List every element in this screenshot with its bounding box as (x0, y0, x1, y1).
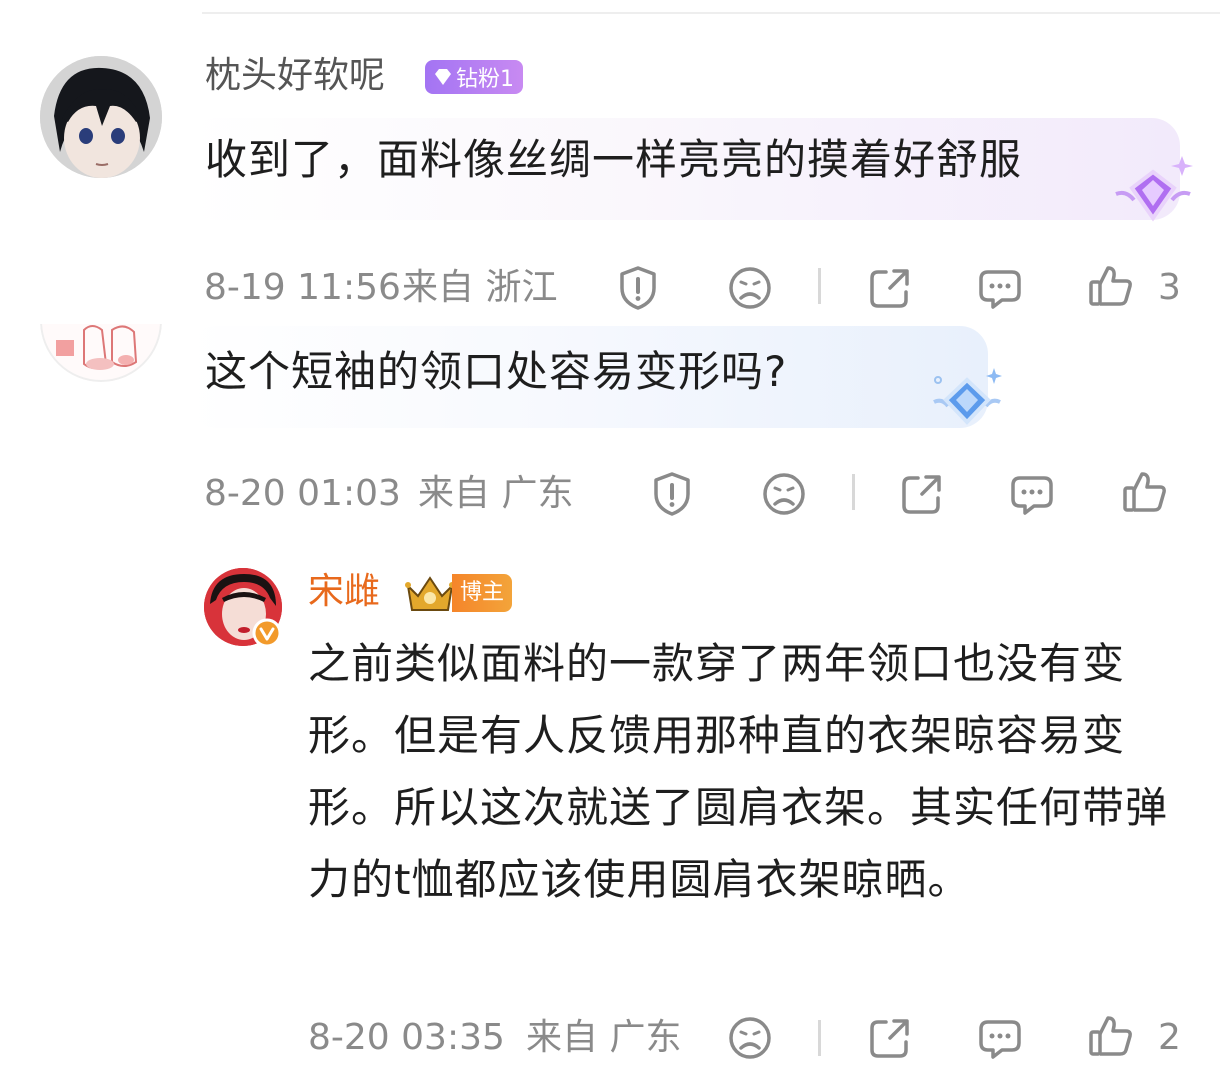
reply-time: 8-20 03:35 (308, 1017, 505, 1058)
dislike-face-icon[interactable] (726, 1014, 774, 1062)
diamond-icon (924, 362, 1010, 438)
fan-badge-label: 钻粉1 (456, 67, 514, 92)
blogger-badge-label: 博主 (452, 574, 513, 612)
action-divider (818, 268, 821, 304)
diamond-icon (1108, 150, 1198, 234)
diamond-icon (433, 68, 453, 86)
comment-icon[interactable] (976, 264, 1024, 312)
username[interactable]: 枕头好软呢 (205, 54, 385, 98)
author-name[interactable]: 宋雌 (308, 570, 380, 614)
action-divider (852, 474, 855, 510)
avatar[interactable] (40, 56, 162, 178)
comment-time: 8-19 11:56 (204, 267, 401, 308)
crown-icon (404, 572, 456, 614)
comment-text: 这个短袖的领口处容易变形吗? (205, 347, 788, 396)
divider (202, 12, 1220, 14)
report-icon[interactable] (648, 470, 696, 518)
comment-location: 来自 广东 (418, 473, 574, 514)
share-icon[interactable] (866, 1014, 914, 1062)
dislike-face-icon[interactable] (726, 264, 774, 312)
comment-time: 8-20 01:03 (204, 473, 401, 514)
comment-icon[interactable] (976, 1014, 1024, 1062)
like-count: 3 (1158, 267, 1181, 308)
avatar[interactable] (40, 324, 162, 382)
action-divider (818, 1020, 821, 1056)
like-thumb-icon[interactable] (1120, 468, 1168, 516)
reply-text: 之前类似面料的一款穿了两年领口也没有变形。但是有人反馈用那种直的衣架晾容易变形。… (308, 639, 1169, 904)
cartoon-avatar-image (40, 324, 162, 382)
blogger-badge: 博主 (404, 572, 513, 614)
comment-location: 来自 浙江 (402, 267, 558, 308)
like-thumb-icon[interactable] (1086, 262, 1134, 310)
like-thumb-icon[interactable] (1086, 1012, 1134, 1060)
anime-avatar-image (40, 56, 162, 178)
comment-icon[interactable] (1008, 470, 1056, 518)
comment-text: 收到了，面料像丝绸一样亮亮的摸着好舒服 (205, 135, 1023, 184)
verified-icon (252, 618, 282, 652)
reply-location: 来自 广东 (526, 1017, 682, 1058)
share-icon[interactable] (866, 264, 914, 312)
dislike-face-icon[interactable] (760, 470, 808, 518)
fan-badge: 钻粉1 (425, 60, 523, 94)
share-icon[interactable] (898, 470, 946, 518)
report-icon[interactable] (614, 264, 662, 312)
like-count: 2 (1158, 1017, 1181, 1058)
